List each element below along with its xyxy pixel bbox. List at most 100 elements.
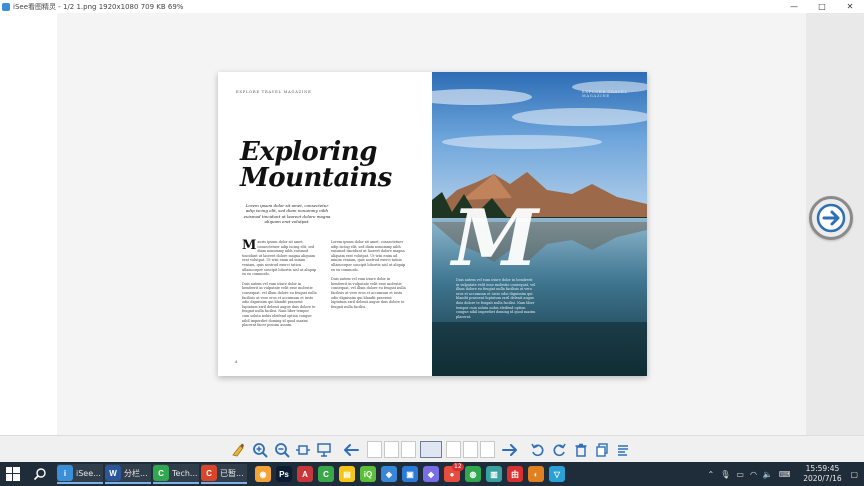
taskbar-pinned-app-11[interactable]: ▥	[486, 464, 502, 484]
next-image-arrow-button[interactable]	[809, 196, 853, 240]
taskbar-app-3[interactable]: C 已暂...	[201, 464, 247, 484]
taskbar-pinned-icon: ◆	[423, 466, 439, 482]
text-column-1: Mauris ipsum dolor sit amet, consectetue…	[242, 238, 317, 328]
copy-icon[interactable]	[594, 442, 610, 458]
window-title: iSee看图精灵 - 1/2 1.png 1920x1080 709 KB 69…	[13, 2, 184, 11]
volume-icon[interactable]: 🔈	[763, 470, 773, 479]
minimize-button[interactable]: —	[780, 0, 808, 13]
windows-logo-icon	[6, 467, 20, 481]
thumbnail-current[interactable]	[420, 441, 442, 458]
taskbar-pinned-icon: ▽	[549, 466, 565, 482]
taskbar-pinned-app-6[interactable]: ◈	[381, 464, 397, 484]
taskbar-pinned-app-14[interactable]: ▽	[549, 464, 565, 484]
thumbnail-6[interactable]	[463, 441, 478, 458]
left-page: EXPLORE TRAVEL MAGAZINE Exploring Mounta…	[218, 72, 432, 376]
clean-icon[interactable]	[230, 442, 246, 458]
taskbar-pinned-app-10[interactable]: ◍	[465, 464, 481, 484]
taskbar-app-icon: W	[105, 465, 121, 481]
taskbar-pinned-icon: ◈	[381, 466, 397, 482]
microphone-icon[interactable]: 🎙	[720, 470, 730, 479]
thumbnail-5[interactable]	[446, 441, 461, 458]
taskbar-pinned-app-4[interactable]: ▤	[339, 464, 355, 484]
fit-to-window-icon[interactable]	[295, 442, 311, 458]
taskbar-app-1[interactable]: W 分栏...	[105, 464, 151, 484]
column-2-paragraph-2: Duis autem vel eum iriure dolor in hendr…	[331, 277, 406, 309]
subhead: Lorem ipsum dolor sit amet, consectetur …	[243, 203, 331, 225]
taskbar-pinned-icon: A	[297, 466, 313, 482]
start-button[interactable]	[6, 464, 20, 484]
thumbnail-3[interactable]	[401, 441, 416, 458]
right-page-text: Duis autem vel eum iriure dolor in hendr…	[456, 278, 536, 319]
system-tray: ⌃ 🎙 ▭ ◠ 🔈 ⌨ 15:59:45 2020/7/16 ▢	[705, 462, 864, 486]
image-viewer[interactable]: EXPLORE TRAVEL MAGAZINE Exploring Mounta…	[0, 13, 864, 435]
previous-image-icon[interactable]	[343, 442, 359, 458]
taskbar-pinned-icon: ▥	[486, 466, 502, 482]
taskbar-pinned-app-8[interactable]: ◆	[423, 464, 439, 484]
drop-cap: M	[242, 238, 257, 253]
taskbar-pinned-app-1[interactable]: Ps	[276, 464, 292, 484]
window-controls: — □ ✕	[780, 0, 864, 13]
search-button[interactable]	[33, 464, 47, 484]
rotate-right-icon[interactable]	[551, 442, 567, 458]
close-button[interactable]: ✕	[836, 0, 864, 13]
big-letter: M	[452, 193, 539, 284]
taskbar-pinned-icon: ◍	[465, 466, 481, 482]
headline-line-1: Exploring	[240, 137, 377, 167]
window-title-bar[interactable]: iSee看图精灵 - 1/2 1.png 1920x1080 709 KB 69…	[0, 0, 864, 13]
taskbar-pinned-app-3[interactable]: C	[318, 464, 334, 484]
taskbar-pinned-icon: ▤	[339, 466, 355, 482]
taskbar-pinned-app-5[interactable]: iQ	[360, 464, 376, 484]
notification-icon[interactable]: ▢	[850, 470, 858, 479]
column-1-paragraph-2: Duis autem vel eum iriure dolor in hendr…	[242, 281, 317, 328]
maximize-button[interactable]: □	[808, 0, 836, 13]
clock-date: 2020/7/16	[803, 474, 842, 483]
notification-badge: 12	[452, 463, 464, 471]
next-image-icon[interactable]	[502, 442, 518, 458]
taskbar-app-icon: C	[153, 465, 169, 481]
taskbar-app-0[interactable]: i iSee...	[57, 464, 103, 484]
clock-time: 15:59:45	[805, 464, 840, 473]
thumbnail-7[interactable]	[480, 441, 495, 458]
taskbar-app-label: iSee...	[76, 468, 101, 478]
headline: Exploring Mountains	[240, 139, 420, 191]
thumbnail-1[interactable]	[367, 441, 382, 458]
app-icon	[2, 2, 10, 11]
taskbar-pinned-icon: C	[318, 466, 334, 482]
taskbar-app-2[interactable]: C Tech...	[153, 464, 199, 484]
taskbar-pinned-app-2[interactable]: A	[297, 464, 313, 484]
text-column-2: Lorem ipsum dolor sit amet, consectetuer…	[331, 240, 406, 309]
input-method-icon[interactable]: ⌨	[779, 470, 791, 479]
zoom-in-icon[interactable]	[252, 442, 268, 458]
show-hidden-icons-icon[interactable]: ⌃	[708, 470, 715, 479]
taskbar-pinned-app-13[interactable]: ◐	[528, 464, 544, 484]
taskbar-pinned-icon: ◉	[255, 466, 271, 482]
column-1-paragraph-1: Mauris ipsum dolor sit amet, consectetue…	[242, 238, 317, 277]
slideshow-icon[interactable]	[316, 442, 332, 458]
system-clock[interactable]: 15:59:45 2020/7/16	[797, 464, 847, 484]
right-page-photo: EXPLORE TRAVEL MAGAZINE M Duis autem vel…	[432, 72, 647, 376]
taskbar-pinned-app-12[interactable]: 由	[507, 464, 523, 484]
zoom-out-icon[interactable]	[274, 442, 290, 458]
delete-icon[interactable]	[573, 442, 589, 458]
magazine-spread-image: EXPLORE TRAVEL MAGAZINE Exploring Mounta…	[218, 72, 647, 376]
battery-icon[interactable]: ▭	[736, 470, 744, 479]
taskbar-pinned-app-0[interactable]: ◉	[255, 464, 271, 484]
network-icon[interactable]: ◠	[750, 470, 757, 479]
taskbar-pinned-icon: iQ	[360, 466, 376, 482]
thumbnail-2[interactable]	[384, 441, 399, 458]
taskbar-app-label: 分栏...	[124, 468, 148, 478]
column-2-paragraph-1: Lorem ipsum dolor sit amet, consectetuer…	[331, 240, 406, 272]
taskbar-app-icon: C	[201, 465, 217, 481]
right-page-magazine-name: EXPLORE TRAVEL MAGAZINE	[582, 90, 628, 98]
page-number: 4	[235, 359, 238, 364]
taskbar-pinned-app-7[interactable]: ▣	[402, 464, 418, 484]
search-icon	[33, 468, 46, 481]
viewer-margin-left	[0, 13, 57, 435]
viewer-toolbar	[0, 435, 864, 462]
image-info-icon[interactable]	[615, 442, 631, 458]
arrow-right-icon	[816, 203, 846, 233]
rotate-left-icon[interactable]	[530, 442, 546, 458]
magazine-name: EXPLORE TRAVEL MAGAZINE	[236, 90, 312, 94]
taskbar-pinned-icon: ◐	[528, 466, 544, 482]
taskbar-app-label: Tech...	[172, 468, 198, 478]
